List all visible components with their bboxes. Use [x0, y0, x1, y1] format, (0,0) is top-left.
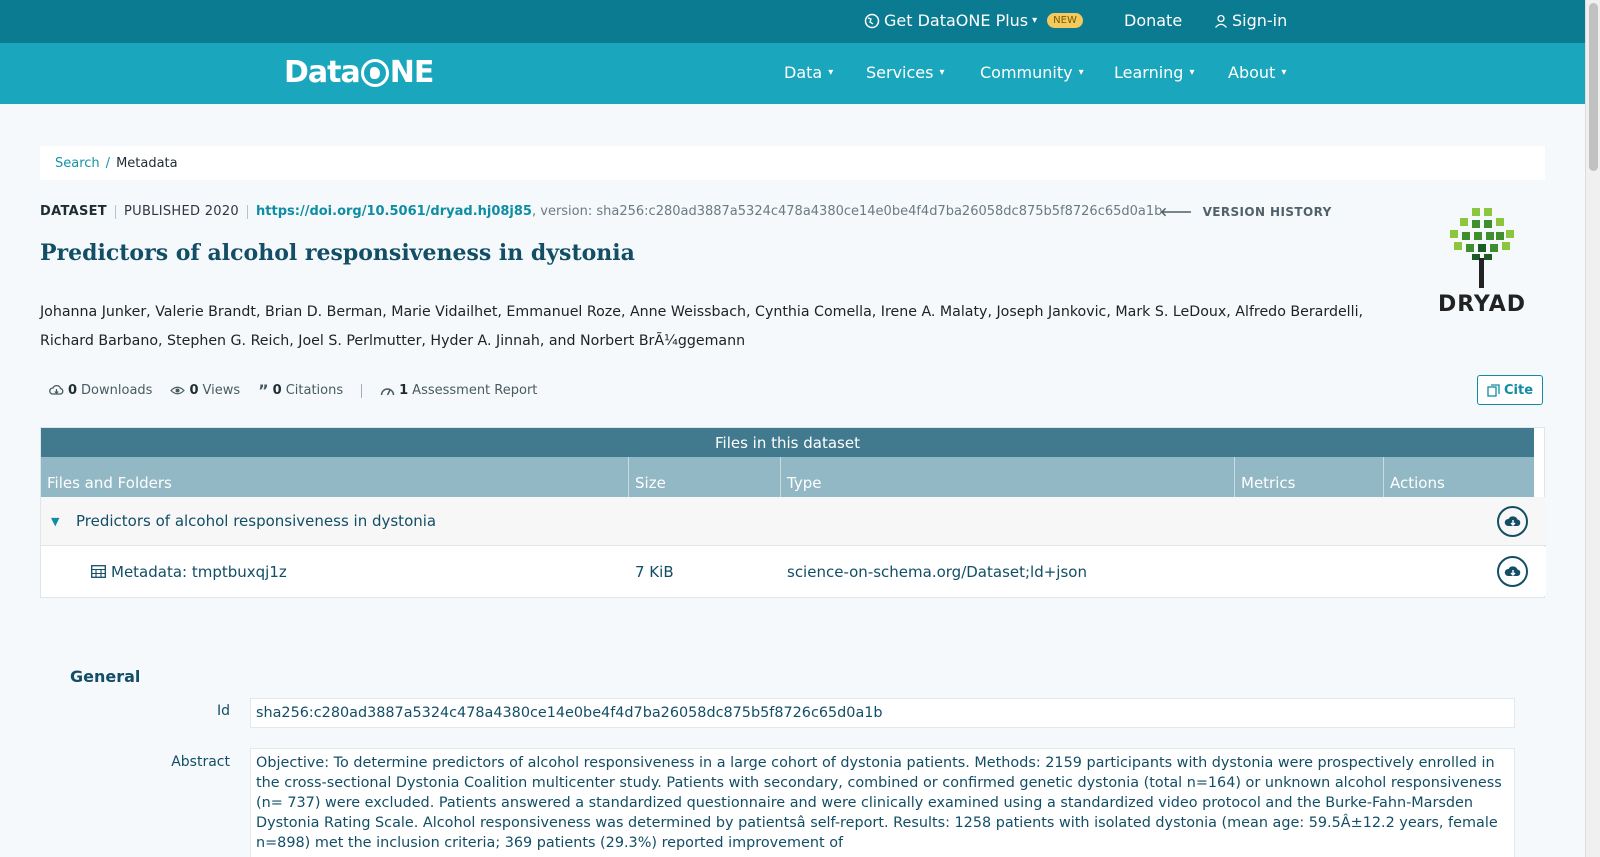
files-table-title: Files in this dataset: [41, 428, 1534, 457]
dryad-wordmark: DRYAD: [1437, 292, 1527, 317]
download-folder-button[interactable]: [1497, 505, 1528, 537]
cloud-download-icon: [1504, 566, 1520, 576]
scrollbar-thumb[interactable]: [1589, 3, 1598, 171]
file-name[interactable]: Metadata: tmptbuxqj1z: [111, 563, 287, 581]
downloads-metric[interactable]: 0 Downloads: [49, 383, 152, 398]
table-icon: [91, 565, 106, 578]
views-metric[interactable]: 0 Views: [170, 383, 240, 398]
arrow-left-icon: 🡐: [1160, 205, 1193, 219]
folder-name[interactable]: Predictors of alcohol responsiveness in …: [76, 512, 436, 530]
nav-services[interactable]: Services ▾: [866, 63, 945, 82]
breadcrumb-separator: /: [105, 155, 111, 171]
dataset-meta-line: DATASET PUBLISHED 2020 https://doi.org/1…: [40, 204, 1162, 219]
chevron-down-icon: ▾: [1189, 67, 1195, 78]
version-id: , version: sha256:c280ad3887a5324c478a43…: [531, 204, 1163, 219]
citations-metric[interactable]: ” 0 Citations: [258, 381, 343, 400]
download-file-button[interactable]: [1497, 556, 1528, 587]
files-table: Files in this dataset Files and Folders …: [40, 427, 1546, 598]
views-count: 0: [189, 383, 199, 398]
nav-community[interactable]: Community ▾: [980, 63, 1084, 82]
divider: [247, 204, 249, 219]
logo-globe-icon: [360, 58, 389, 87]
dataone-logo[interactable]: Data NE: [284, 55, 435, 90]
file-row[interactable]: Metadata: tmptbuxqj1z 7 KiB science-on-s…: [41, 547, 1546, 596]
published-label: PUBLISHED 2020: [123, 204, 240, 219]
dryad-tree-icon: [1450, 208, 1514, 288]
files-column-headers: Files and Folders Size Type Metrics Acti…: [41, 457, 1534, 497]
folder-row[interactable]: ▼ Predictors of alcohol responsiveness i…: [41, 497, 1546, 546]
nav-about-label: About: [1228, 63, 1276, 82]
cloud-download-icon: [1504, 515, 1520, 526]
file-type: science-on-schema.org/Dataset;ld+json: [787, 562, 1087, 581]
dataset-title: Predictors of alcohol responsiveness in …: [40, 240, 635, 266]
cloud-download-icon: [49, 384, 64, 395]
sign-in-label: Sign-in: [1232, 11, 1288, 30]
divider: [114, 204, 116, 219]
chevron-down-icon: ▾: [828, 67, 834, 78]
eye-icon: [170, 386, 186, 395]
globe-icon: [864, 13, 880, 28]
version-history-link[interactable]: 🡐 VERSION HISTORY: [1160, 204, 1332, 220]
logo-text-right: NE: [389, 55, 435, 90]
downloads-count: 0: [68, 383, 78, 398]
cite-label: Cite: [1503, 382, 1534, 398]
gauge-icon: [380, 387, 395, 395]
views-label: Views: [202, 383, 241, 398]
general-section-title: General: [70, 667, 141, 686]
dataset-authors: Johanna Junker, Valerie Brandt, Brian D.…: [40, 304, 1364, 349]
assessment-count: 1: [399, 383, 409, 398]
version-history-label: VERSION HISTORY: [1202, 204, 1332, 219]
column-header-type[interactable]: Type: [781, 457, 1235, 497]
breadcrumb-current: Metadata: [116, 155, 178, 171]
column-header-metrics[interactable]: Metrics: [1235, 457, 1384, 497]
citations-count: 0: [272, 383, 282, 398]
downloads-label: Downloads: [81, 383, 153, 398]
file-size: 7 KiB: [635, 562, 674, 581]
divider: [361, 383, 363, 398]
sign-in-link[interactable]: Sign-in: [1214, 11, 1287, 30]
chevron-down-icon: ▾: [939, 67, 945, 78]
copy-icon: [1487, 383, 1500, 397]
caret-down-icon[interactable]: ▼: [51, 515, 59, 528]
assessment-label: Assessment Report: [412, 383, 538, 398]
dataset-type-label: DATASET: [40, 204, 107, 219]
new-badge: NEW: [1047, 13, 1083, 28]
column-header-size[interactable]: Size: [629, 457, 781, 497]
nav-learning[interactable]: Learning ▾: [1114, 63, 1195, 82]
id-value: sha256:c280ad3887a5324c478a4380ce14e0be4…: [250, 698, 1515, 728]
logo-text-left: Data: [284, 55, 361, 90]
breadcrumb: Search / Metadata: [40, 146, 1545, 180]
get-dataone-plus-label: Get DataONE Plus: [884, 11, 1029, 30]
id-label: Id: [216, 703, 230, 719]
chevron-down-icon: ▾: [1032, 15, 1038, 26]
top-utility-bar: Get DataONE Plus ▾ NEW Donate Sign-in: [0, 0, 1585, 43]
column-header-files[interactable]: Files and Folders: [41, 457, 629, 497]
get-dataone-plus-menu[interactable]: Get DataONE Plus ▾ NEW: [864, 11, 1083, 30]
cite-button[interactable]: Cite: [1477, 375, 1543, 405]
nav-community-label: Community: [980, 63, 1073, 82]
abstract-label: Abstract: [171, 754, 230, 770]
breadcrumb-search-link[interactable]: Search: [55, 156, 100, 171]
citations-label: Citations: [285, 383, 344, 398]
quote-icon: ”: [258, 381, 269, 400]
chevron-down-icon: ▾: [1078, 67, 1084, 78]
nav-about[interactable]: About ▾: [1228, 63, 1286, 82]
assessment-report-link[interactable]: 1 Assessment Report: [380, 383, 537, 398]
dryad-repository-logo[interactable]: DRYAD: [1430, 208, 1534, 320]
nav-services-label: Services: [866, 63, 934, 82]
metrics-row: 0 Downloads 0 Views ” 0 Citations 1 Asse…: [49, 381, 537, 400]
user-icon: [1215, 14, 1227, 28]
nav-data[interactable]: Data ▾: [784, 63, 833, 82]
abstract-value: Objective: To determine predictors of al…: [250, 748, 1515, 857]
doi-link[interactable]: https://doi.org/10.5061/dryad.hj08j85: [256, 204, 532, 219]
column-header-actions: Actions: [1390, 474, 1445, 492]
nav-data-label: Data: [784, 63, 823, 82]
nav-learning-label: Learning: [1114, 63, 1184, 82]
chevron-down-icon: ▾: [1281, 67, 1287, 78]
main-navbar: Data NE Data ▾ Services ▾ Community ▾ Learni…: [0, 43, 1585, 104]
donate-link[interactable]: Donate: [1124, 11, 1182, 30]
page-scrollbar[interactable]: [1585, 0, 1600, 857]
